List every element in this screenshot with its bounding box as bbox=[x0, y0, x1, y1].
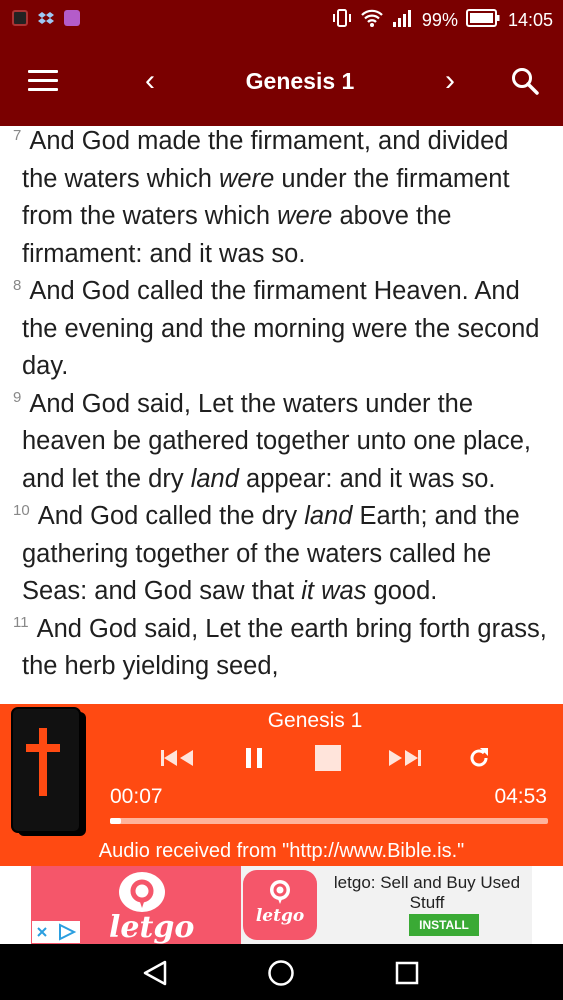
app-notification-icon bbox=[12, 10, 28, 26]
verse-text: And God called the dry bbox=[37, 502, 305, 530]
battery-icon bbox=[465, 9, 500, 32]
verse-text: appear: and it was so. bbox=[238, 464, 496, 493]
skip-next-icon[interactable] bbox=[384, 740, 424, 776]
progress-slider[interactable] bbox=[110, 818, 548, 824]
status-bar: 99% 14:05 bbox=[0, 0, 563, 38]
verse-text: good. bbox=[366, 577, 438, 605]
verse-italic-text: land bbox=[304, 502, 353, 530]
chapter-text[interactable]: 7 And God made the firmament, and divided… bbox=[0, 126, 563, 704]
progress-fill bbox=[110, 818, 121, 824]
signal-icon bbox=[392, 8, 414, 33]
verse-number: 11 bbox=[13, 614, 29, 631]
verse[interactable]: 8 And God called the firmament Heaven. An… bbox=[13, 273, 549, 386]
ad-content[interactable]: letgo letgo letgo: Sell and Buy Used Stu… bbox=[31, 866, 532, 945]
battery-percent: 99% bbox=[421, 10, 458, 30]
elapsed-time: 00:07 bbox=[110, 785, 163, 808]
verse-number: 10 bbox=[13, 501, 30, 519]
chevron-left-icon[interactable]: ‹ bbox=[138, 64, 162, 98]
clock: 14:05 bbox=[507, 10, 553, 30]
ad-brand-text: letgo bbox=[109, 910, 195, 945]
verse-italic-text: it was bbox=[301, 577, 367, 605]
menu-icon[interactable] bbox=[28, 70, 58, 92]
letgo-bubble-icon bbox=[119, 872, 165, 912]
bible-icon[interactable] bbox=[8, 706, 90, 840]
verse[interactable]: 9 And God said, Let the waters under the … bbox=[13, 386, 549, 499]
home-icon[interactable] bbox=[266, 958, 296, 988]
verse-italic-text: were bbox=[277, 202, 333, 230]
verse-number: 9 bbox=[13, 389, 22, 406]
stop-icon[interactable] bbox=[310, 740, 346, 776]
verse[interactable]: 10 And God called the dry land Earth; and… bbox=[13, 498, 549, 611]
verse-list: 7 And God made the firmament, and divided… bbox=[0, 126, 563, 686]
audio-source-note: Audio received from "http://www.Bible.is… bbox=[98, 840, 465, 862]
recents-icon[interactable] bbox=[392, 958, 422, 988]
letgo-app-icon[interactable]: letgo bbox=[243, 870, 317, 940]
verse-italic-text: land bbox=[190, 464, 239, 493]
verse[interactable]: 7 And God made the firmament, and divided… bbox=[13, 126, 549, 273]
install-button[interactable]: INSTALL bbox=[409, 914, 479, 936]
verse-text: And God called the firmament Heaven. And… bbox=[22, 277, 540, 380]
app-bar: ‹ Genesis 1 › bbox=[0, 38, 563, 126]
chevron-right-icon[interactable]: › bbox=[438, 64, 462, 98]
wifi-icon bbox=[360, 8, 384, 33]
ad-logo-text: letgo bbox=[255, 906, 305, 926]
player-title: Genesis 1 bbox=[267, 709, 363, 732]
audio-player: Genesis 1 00:07 04:53 Audio received fro… bbox=[0, 704, 563, 866]
repeat-icon[interactable] bbox=[462, 740, 496, 776]
skip-previous-icon[interactable] bbox=[158, 740, 198, 776]
page-title[interactable]: Genesis 1 bbox=[200, 68, 400, 95]
dropbox-icon bbox=[38, 10, 54, 26]
notification-icons bbox=[12, 10, 80, 26]
pause-icon[interactable] bbox=[236, 740, 272, 776]
ad-headline[interactable]: letgo: Sell and Buy Used Stuff bbox=[329, 873, 525, 913]
verse-number: 7 bbox=[13, 126, 22, 144]
gallery-icon bbox=[64, 10, 80, 26]
total-time: 04:53 bbox=[494, 785, 547, 808]
system-nav-bar bbox=[0, 944, 563, 1000]
ad-choices-icon[interactable] bbox=[32, 921, 80, 943]
ad-banner[interactable]: letgo letgo letgo: Sell and Buy Used Stu… bbox=[0, 866, 563, 945]
search-icon[interactable] bbox=[510, 66, 540, 96]
verse-text: And God said, Let the earth bring forth … bbox=[22, 614, 547, 681]
back-icon[interactable] bbox=[141, 958, 171, 988]
verse[interactable]: 11 And God said, Let the earth bring fort… bbox=[13, 611, 549, 686]
verse-italic-text: were bbox=[219, 164, 275, 193]
verse-number: 8 bbox=[13, 276, 22, 294]
vibrate-icon bbox=[332, 8, 352, 33]
